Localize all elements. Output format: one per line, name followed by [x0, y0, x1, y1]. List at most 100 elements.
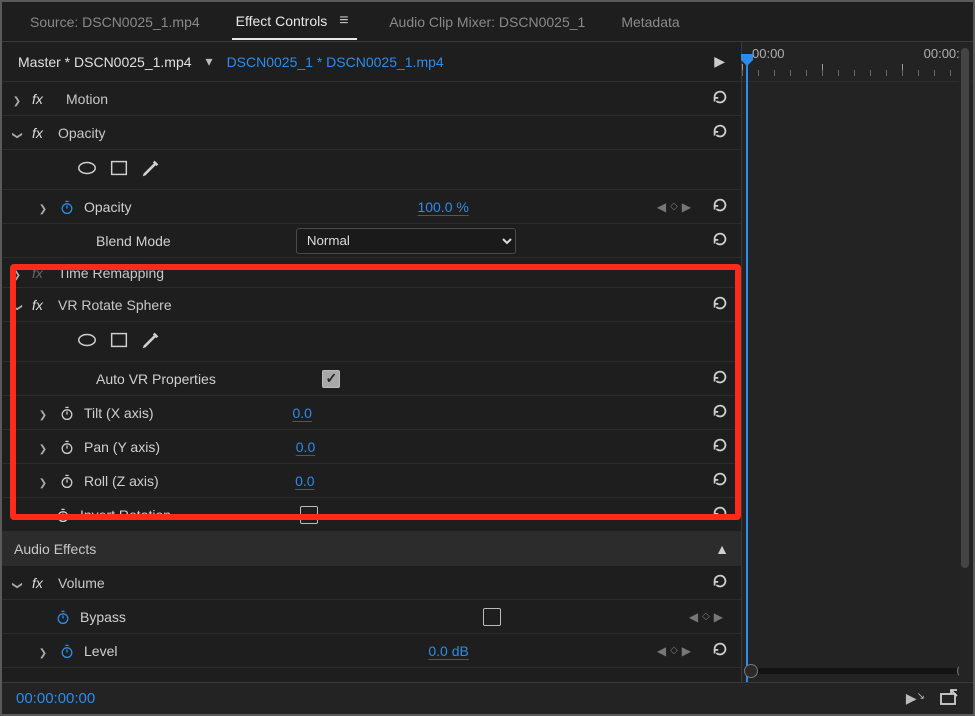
rect-mask-icon[interactable]	[108, 157, 130, 182]
clip-dropdown-icon[interactable]	[202, 53, 217, 70]
vr-group-label: VR Rotate Sphere	[58, 297, 172, 313]
roll-label: Roll (Z axis)	[84, 473, 159, 489]
reset-button[interactable]	[711, 196, 729, 217]
roll-value[interactable]: 0.0	[295, 473, 314, 489]
master-clip-label: Master * DSCN0025_1.mp4	[18, 54, 192, 70]
time-remap-label: Time Remapping	[58, 265, 164, 281]
blend-label: Blend Mode	[96, 233, 171, 249]
effect-time-remapping[interactable]: fx Time Remapping	[2, 258, 741, 288]
reset-button[interactable]	[711, 436, 729, 457]
current-clip-label: DSCN0025_1 * DSCN0025_1.mp4	[227, 54, 444, 70]
level-label: Level	[84, 643, 117, 659]
stopwatch-icon[interactable]	[58, 405, 76, 421]
ellipse-mask-icon[interactable]	[76, 157, 98, 182]
panel-menu-icon[interactable]	[339, 12, 353, 30]
reset-button[interactable]	[711, 402, 729, 423]
tab-audio-mixer[interactable]: Audio Clip Mixer: DSCN0025_1	[385, 6, 589, 38]
opacity-mask-tools	[2, 150, 741, 190]
disclosure-icon[interactable]	[10, 91, 24, 107]
property-invert-rotation[interactable]: Invert Rotation	[2, 498, 741, 532]
play-icon[interactable]: ▶	[714, 53, 725, 70]
play-only-icon[interactable]: ▶↘	[906, 690, 925, 707]
clip-bar: Master * DSCN0025_1.mp4 DSCN0025_1 * DSC…	[2, 42, 741, 82]
tab-source[interactable]: Source: DSCN0025_1.mp4	[26, 6, 204, 38]
tab-effect-controls-label: Effect Controls	[236, 13, 328, 29]
timeline-start-label: 00:00	[752, 46, 785, 61]
keyframe-nav[interactable]: ◀◇▶	[657, 200, 691, 214]
disclosure-icon[interactable]	[36, 643, 50, 659]
timeline-scrollbar[interactable]	[750, 668, 965, 674]
stopwatch-icon[interactable]	[58, 199, 76, 215]
pan-value[interactable]: 0.0	[296, 439, 315, 455]
stopwatch-icon[interactable]	[58, 643, 76, 659]
playhead-icon[interactable]	[746, 60, 748, 682]
reset-button[interactable]	[711, 470, 729, 491]
disclosure-icon[interactable]	[10, 297, 24, 313]
disclosure-icon[interactable]	[36, 473, 50, 489]
invert-checkbox[interactable]	[300, 506, 318, 524]
effect-volume[interactable]: fx Volume	[2, 566, 741, 600]
keyframe-nav[interactable]: ◀◇▶	[689, 610, 723, 624]
property-blend-mode[interactable]: Blend Mode Normal	[2, 224, 741, 258]
stopwatch-icon[interactable]	[54, 609, 72, 625]
property-pan[interactable]: Pan (Y axis) 0.0	[2, 430, 741, 464]
reset-button[interactable]	[711, 572, 729, 593]
keyframe-nav[interactable]: ◀◇▶	[657, 644, 691, 658]
disclosure-icon[interactable]	[36, 199, 50, 215]
tilt-label: Tilt (X axis)	[84, 405, 153, 421]
section-audio-effects[interactable]: Audio Effects ▲	[2, 532, 741, 566]
rect-mask-icon[interactable]	[108, 329, 130, 354]
bypass-checkbox[interactable]	[483, 608, 501, 626]
property-roll[interactable]: Roll (Z axis) 0.0	[2, 464, 741, 498]
property-opacity[interactable]: Opacity 100.0 % ◀◇▶	[2, 190, 741, 224]
timecode-display[interactable]: 00:00:00:00	[16, 690, 95, 707]
effect-motion[interactable]: fx Motion	[2, 82, 741, 116]
tab-metadata[interactable]: Metadata	[617, 6, 683, 38]
auto-vr-label: Auto VR Properties	[96, 371, 216, 387]
reset-button[interactable]	[711, 504, 729, 525]
opacity-label: Opacity	[58, 125, 105, 141]
motion-label: Motion	[66, 91, 108, 107]
disclosure-icon[interactable]	[10, 125, 24, 141]
property-bypass[interactable]: Bypass ◀◇▶	[2, 600, 741, 634]
effect-opacity[interactable]: fx Opacity	[2, 116, 741, 150]
stopwatch-icon[interactable]	[58, 473, 76, 489]
reset-button[interactable]	[711, 368, 729, 389]
fx-badge-icon: fx	[32, 91, 50, 107]
tilt-value[interactable]: 0.0	[293, 405, 312, 421]
disclosure-icon[interactable]	[36, 405, 50, 421]
fx-badge-icon: fx	[32, 125, 50, 141]
property-tilt[interactable]: Tilt (X axis) 0.0	[2, 396, 741, 430]
ellipse-mask-icon[interactable]	[76, 329, 98, 354]
disclosure-icon[interactable]	[36, 439, 50, 455]
disclosure-icon[interactable]	[10, 265, 24, 281]
tab-effect-controls[interactable]: Effect Controls	[232, 4, 358, 40]
stopwatch-icon[interactable]	[58, 439, 76, 455]
reset-button[interactable]	[711, 230, 729, 251]
panel-tabs: Source: DSCN0025_1.mp4 Effect Controls A…	[2, 2, 973, 42]
level-value[interactable]: 0.0 dB	[428, 643, 468, 659]
vr-mask-tools	[2, 322, 741, 362]
property-auto-vr[interactable]: Auto VR Properties	[2, 362, 741, 396]
reset-button[interactable]	[711, 88, 729, 109]
pen-mask-icon[interactable]	[140, 157, 162, 182]
section-collapse-icon[interactable]: ▲	[715, 541, 729, 557]
blend-mode-select[interactable]: Normal	[296, 228, 516, 254]
reset-button[interactable]	[711, 294, 729, 315]
opacity-value[interactable]: 100.0 %	[417, 199, 468, 215]
disclosure-icon[interactable]	[10, 575, 24, 591]
auto-vr-checkbox[interactable]	[322, 370, 340, 388]
export-frame-icon[interactable]	[939, 687, 959, 710]
reset-button[interactable]	[711, 640, 729, 661]
fx-badge-icon: fx	[32, 297, 50, 313]
fx-badge-icon: fx	[32, 575, 50, 591]
stopwatch-icon[interactable]	[54, 507, 72, 523]
invert-label: Invert Rotation	[80, 507, 171, 523]
volume-label: Volume	[58, 575, 105, 591]
pen-mask-icon[interactable]	[140, 329, 162, 354]
vertical-scrollbar[interactable]	[959, 44, 971, 680]
effect-vr-rotate-sphere[interactable]: fx VR Rotate Sphere	[2, 288, 741, 322]
timeline-area[interactable]: 00:00 00:00:1	[741, 42, 973, 682]
reset-button[interactable]	[711, 122, 729, 143]
property-level[interactable]: Level 0.0 dB ◀◇▶	[2, 634, 741, 668]
